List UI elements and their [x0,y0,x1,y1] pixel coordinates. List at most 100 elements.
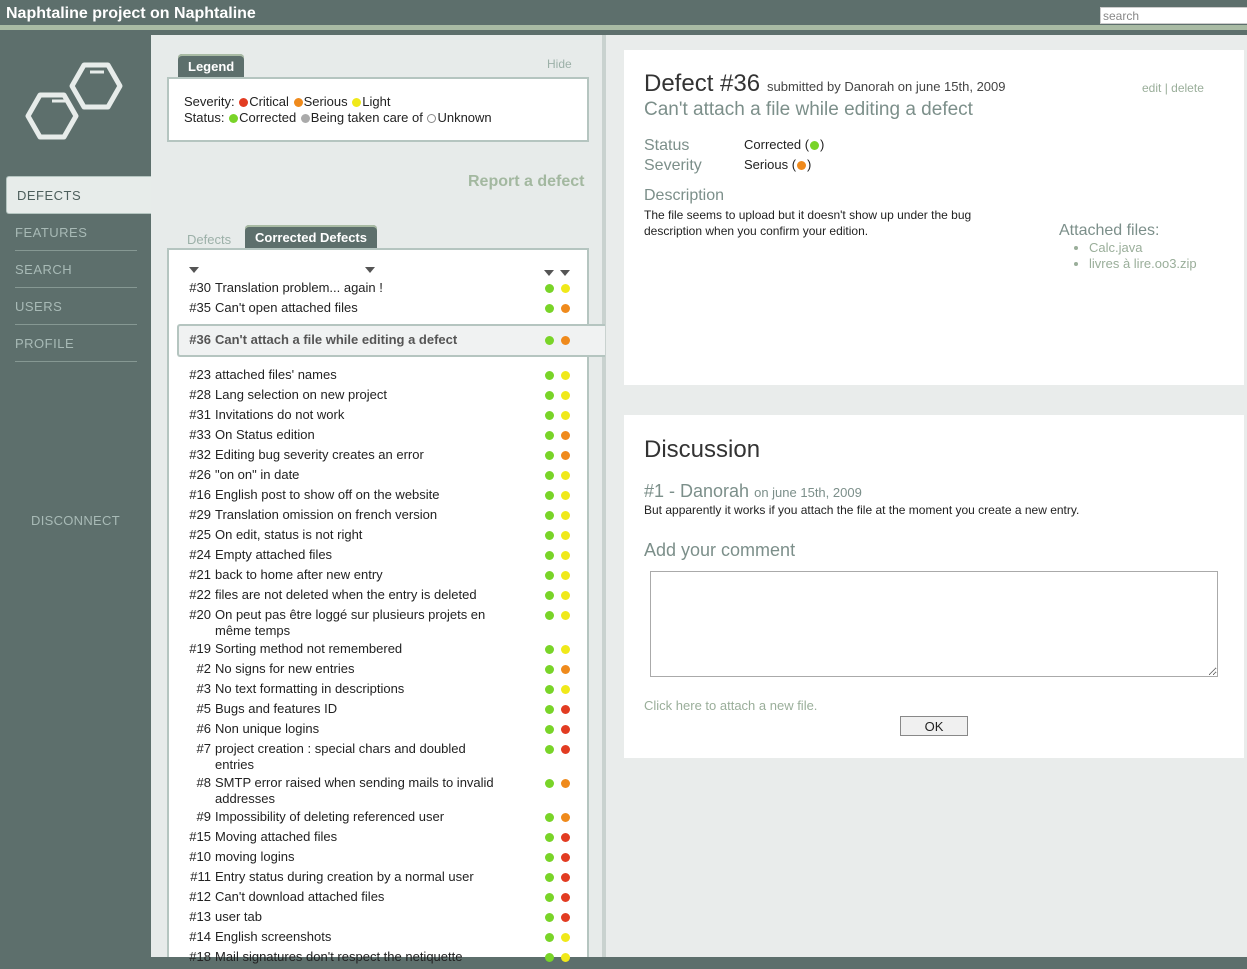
defect-id: #3 [196,681,211,696]
defect-title: "on on" in date [215,467,300,482]
legend-severity-row: Severity: Critical Serious Light [184,94,587,110]
severity-dot-icon [561,471,570,480]
table-row[interactable]: #12 Can't download attached files [183,889,583,909]
status-dot-icon [545,893,554,902]
sort-by-title-icon[interactable] [365,267,375,273]
defect-title: Can't open attached files [215,300,358,315]
table-row[interactable]: #10 moving logins [183,849,583,869]
table-row[interactable]: #3 No text formatting in descriptions [183,681,583,701]
table-row[interactable]: #5 Bugs and features ID [183,701,583,721]
defect-id: #23 [189,367,211,382]
table-row[interactable]: #16 English post to show off on the websi… [183,487,583,507]
ok-button[interactable]: OK [900,716,968,736]
severity-dot-icon [561,491,570,500]
defect-id: #10 [189,849,211,864]
status-dot-icon [545,779,554,788]
severity-dot-icon [561,611,570,620]
table-row[interactable]: #19 Sorting method not remembered [183,641,583,661]
table-row-selected[interactable]: #36 Can't attach a file while editing a d… [177,324,605,357]
tab-corrected-defects[interactable]: Corrected Defects [245,225,377,249]
defect-title: Lang selection on new project [215,387,388,402]
severity-dot-icon [561,431,570,440]
sidebar-item-profile[interactable]: PROFILE [15,325,137,362]
sidebar-item-search[interactable]: SEARCH [15,251,137,288]
edit-link[interactable]: edit [1142,81,1161,95]
table-row[interactable]: #9 Impossibility of deleting referenced u… [183,809,583,829]
table-row[interactable]: #2 No signs for new entries [183,661,583,681]
severity-dot-icon [561,571,570,580]
severity-dot-icon [561,813,570,822]
table-row[interactable]: #23 attached files' names [183,367,583,387]
report-defect-link[interactable]: Report a defect [468,173,584,191]
table-row[interactable]: #11 Entry status during creation by a nor… [183,869,583,889]
table-row[interactable]: #6 Non unique logins [183,721,583,741]
status-dot-icon [545,431,554,440]
defect-title: Defect #36 [644,70,761,97]
defect-title: Editing bug severity creates an error [215,447,424,462]
legend-severity-label: Severity: [184,94,235,109]
table-row[interactable]: #22 files are not deleted when the entry … [183,587,583,607]
sidebar-item-features[interactable]: FEATURES [15,214,137,251]
defect-id: #20 [189,607,211,622]
defect-id: #7 [196,741,211,756]
top-bar: Naphtaline project on Naphtaline [0,0,1247,30]
severity-dot-icon [561,665,570,674]
table-row[interactable]: #29 Translation omission on french versio… [183,507,583,527]
table-row[interactable]: #32 Editing bug severity creates an error [183,447,583,467]
link-separator: | [1164,81,1168,95]
attached-file-link[interactable]: livres à lire.oo3.zip [1089,256,1197,272]
status-dot-icon [545,531,554,540]
defect-title: Invitations do not work [215,407,345,422]
add-comment-label: Add your comment [644,540,796,560]
severity-dot-icon [561,685,570,694]
status-dot-icon [545,645,554,654]
table-row[interactable]: #33 On Status edition [183,427,583,447]
tab-legend[interactable]: Legend [178,54,245,78]
legend-status-row: Status: Corrected Being taken care of Un… [184,110,587,126]
sort-by-id-icon[interactable] [189,267,199,273]
legend-status-label: Status: [184,110,225,125]
hide-legend-link[interactable]: Hide [547,57,572,71]
comment-textarea[interactable] [650,571,1218,677]
table-row[interactable]: #15 Moving attached files [183,829,583,849]
table-row[interactable]: #18 Mail signatures don't respect the net… [183,949,583,969]
status-dot-icon [545,491,554,500]
disconnect-link[interactable]: DISCONNECT [31,513,120,528]
table-row[interactable]: #30 Translation problem... again ! [183,280,583,300]
sort-by-status-icon[interactable] [544,270,554,276]
severity-dot-icon [561,933,570,942]
status-dot-icon [545,336,554,345]
legend-light: Light [362,94,391,109]
table-row[interactable]: #14 English screenshots [183,929,583,949]
delete-link[interactable]: delete [1171,81,1204,95]
comment-date: on june 15th, 2009 [754,485,862,500]
table-row[interactable]: #31 Invitations do not work [183,407,583,427]
search-input[interactable] [1100,7,1247,24]
attach-file-link[interactable]: Click here to attach a new file. [644,698,817,713]
status-dot-icon [545,725,554,734]
status-dot-icon [545,391,554,400]
defect-title: English screenshots [215,929,332,944]
defect-id: #14 [189,929,211,944]
status-dot-icon [545,411,554,420]
defect-title: On peut pas être loggé sur plusieurs pro… [215,607,486,638]
table-row[interactable]: #8 SMTP error raised when sending mails t… [183,775,583,809]
sidebar-item-users[interactable]: USERS [15,288,137,325]
corrected-dot-icon [229,114,239,123]
table-row[interactable]: #7 project creation : special chars and d… [183,741,583,775]
table-row[interactable]: #35 Can't open attached files [183,300,583,320]
sidebar-item-defects[interactable]: DEFECTS [6,176,152,214]
defect-title: Sorting method not remembered [215,641,403,656]
attached-file-link[interactable]: Calc.java [1089,240,1197,256]
sort-by-severity-icon[interactable] [560,270,570,276]
defect-id: #9 [196,809,211,824]
defect-title: back to home after new entry [215,567,383,582]
table-row[interactable]: #28 Lang selection on new project [183,387,583,407]
table-row[interactable]: #24 Empty attached files [183,547,583,567]
table-row[interactable]: #26 "on on" in date [183,467,583,487]
table-row[interactable]: #21 back to home after new entry [183,567,583,587]
table-row[interactable]: #13 user tab [183,909,583,929]
table-row[interactable]: #20 On peut pas être loggé sur plusieurs … [183,607,583,641]
defect-id: #18 [189,949,211,964]
table-row[interactable]: #25 On edit, status is not right [183,527,583,547]
